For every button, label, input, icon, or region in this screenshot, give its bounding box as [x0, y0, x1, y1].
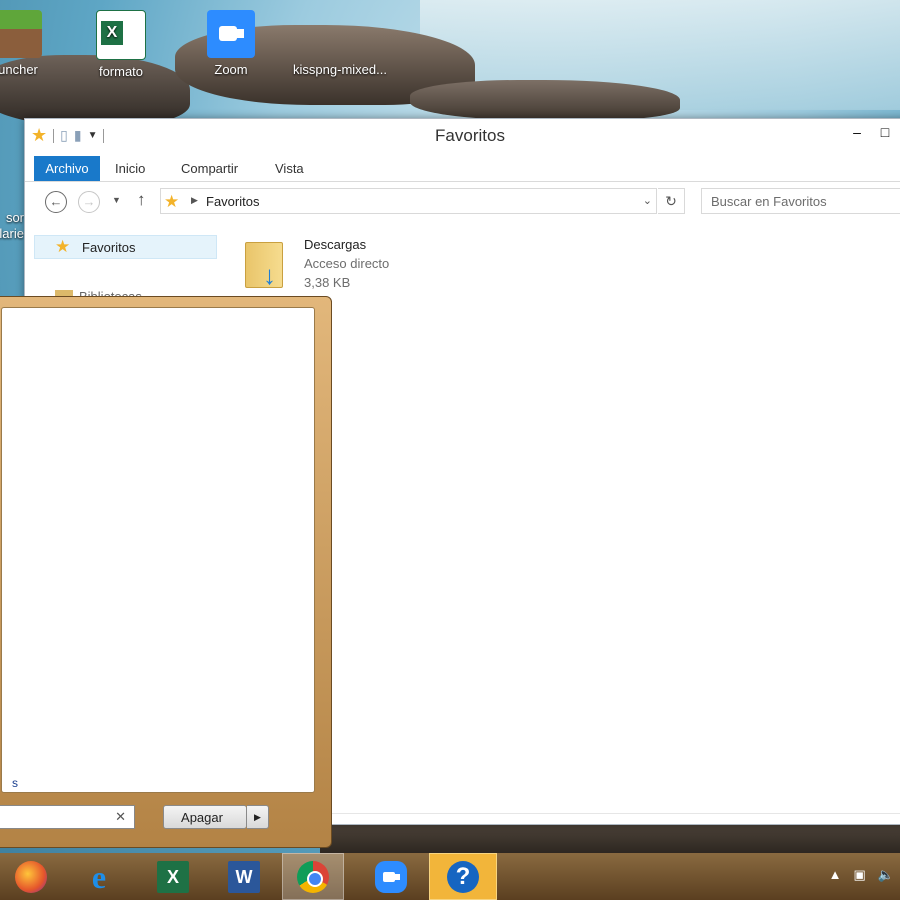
chevron-down-icon[interactable]: ⌄ [643, 194, 652, 207]
file-size: 3,38 KB [304, 275, 351, 290]
system-tray: ▲ ▣ 🔈 [829, 867, 894, 883]
minecraft-launcher-icon [0, 10, 42, 58]
desktop-icon-label: ilarie [0, 226, 24, 241]
desktop-icon-label: kisspng-mixed... [293, 62, 387, 77]
tab-inicio[interactable]: Inicio [105, 156, 155, 181]
title-bar: ★ ▯ ▮ ▼ Favoritos – □ [25, 119, 900, 153]
forward-button[interactable]: → [78, 191, 100, 213]
file-type: Acceso directo [304, 256, 390, 271]
window-title: Favoritos [435, 126, 505, 145]
excel-file-icon [96, 10, 146, 60]
minimize-button[interactable]: – [843, 121, 871, 145]
volume-icon[interactable]: 🔈 [878, 867, 894, 883]
tab-vista[interactable]: Vista [265, 156, 314, 181]
downloads-folder-icon: ↓ [243, 236, 291, 290]
taskbar-word[interactable]: W [213, 853, 275, 900]
start-menu-programs-panel: s [1, 307, 315, 793]
refresh-button[interactable]: ↻ [658, 188, 685, 214]
word-icon: W [228, 860, 260, 893]
desktop-icon-zoom[interactable]: Zoom [183, 10, 279, 77]
star-icon: ★ [55, 237, 71, 256]
nav-item-label: Favoritos [82, 240, 136, 255]
navigation-bar: ← → ▼ ↑ ★ ▶ Favoritos ⌄ ↻ Buscar en Favo… [25, 182, 900, 220]
excel-icon: X [157, 860, 189, 893]
tab-archivo[interactable]: Archivo [34, 156, 100, 181]
firefox-icon [15, 860, 47, 893]
taskbar-internet-explorer[interactable]: e [68, 853, 130, 900]
desktop-icon-launcher[interactable]: uncher [0, 10, 66, 77]
internet-explorer-icon: e [91, 858, 107, 895]
desktop-icon-label: Zoom [214, 62, 248, 77]
shutdown-button[interactable]: Apagar [163, 805, 247, 829]
zoom-icon [375, 860, 407, 893]
start-search-input[interactable]: ✕ [0, 805, 135, 829]
shutdown-options-button[interactable]: ▶ [247, 805, 269, 829]
taskbar-chrome[interactable] [282, 853, 344, 900]
taskbar-help[interactable]: ? [429, 853, 497, 900]
file-name: Descargas [304, 237, 367, 252]
all-programs-link[interactable]: s [12, 776, 18, 790]
nav-item-favoritos[interactable]: ★ Favoritos [34, 235, 217, 259]
taskbar-zoom[interactable] [360, 853, 422, 900]
desktop-icon-partial[interactable]: sor ilarie [0, 210, 24, 242]
network-icon[interactable]: ▣ [854, 867, 866, 883]
taskbar-excel[interactable]: X [142, 853, 204, 900]
file-item-descargas[interactable]: ↓ Descargas Acceso directo 3,38 KB [243, 234, 463, 294]
desktop-icon-formato[interactable]: formato [73, 10, 169, 79]
search-input[interactable]: Buscar en Favoritos [701, 188, 900, 214]
taskbar: e X W ? ▲ ▣ 🔈 [0, 853, 900, 900]
breadcrumb-separator-icon[interactable]: ▶ [191, 195, 198, 206]
desktop-icon-kisspng[interactable]: kisspng-mixed... [280, 10, 400, 77]
start-menu: s ✕ Apagar ▶ [0, 296, 332, 848]
desktop-icon-label: uncher [0, 62, 38, 77]
up-arrow-icon[interactable]: ↑ [137, 190, 146, 210]
ribbon-tabs: Archivo Inicio Compartir Vista [25, 153, 900, 182]
breadcrumb[interactable]: Favoritos [206, 194, 259, 209]
wallpaper-rock [410, 80, 680, 120]
maximize-button[interactable]: □ [871, 121, 899, 145]
chrome-icon [297, 860, 329, 893]
close-icon[interactable]: ✕ [115, 809, 126, 825]
taskbar-firefox[interactable] [0, 853, 62, 900]
recent-locations-dropdown-icon[interactable]: ▼ [112, 195, 121, 205]
desktop-icon-label: formato [98, 64, 144, 79]
zoom-icon [207, 10, 255, 58]
star-icon: ★ [164, 192, 180, 211]
back-button[interactable]: ← [45, 191, 67, 213]
desktop-icon-label: sor [5, 210, 24, 225]
shutdown-label: Apagar [181, 810, 223, 825]
address-bar[interactable]: ★ ▶ Favoritos ⌄ [160, 188, 657, 214]
image-file-icon [316, 10, 364, 58]
help-icon: ? [447, 860, 479, 893]
show-hidden-icons-icon[interactable]: ▲ [829, 867, 842, 883]
tab-compartir[interactable]: Compartir [171, 156, 248, 181]
